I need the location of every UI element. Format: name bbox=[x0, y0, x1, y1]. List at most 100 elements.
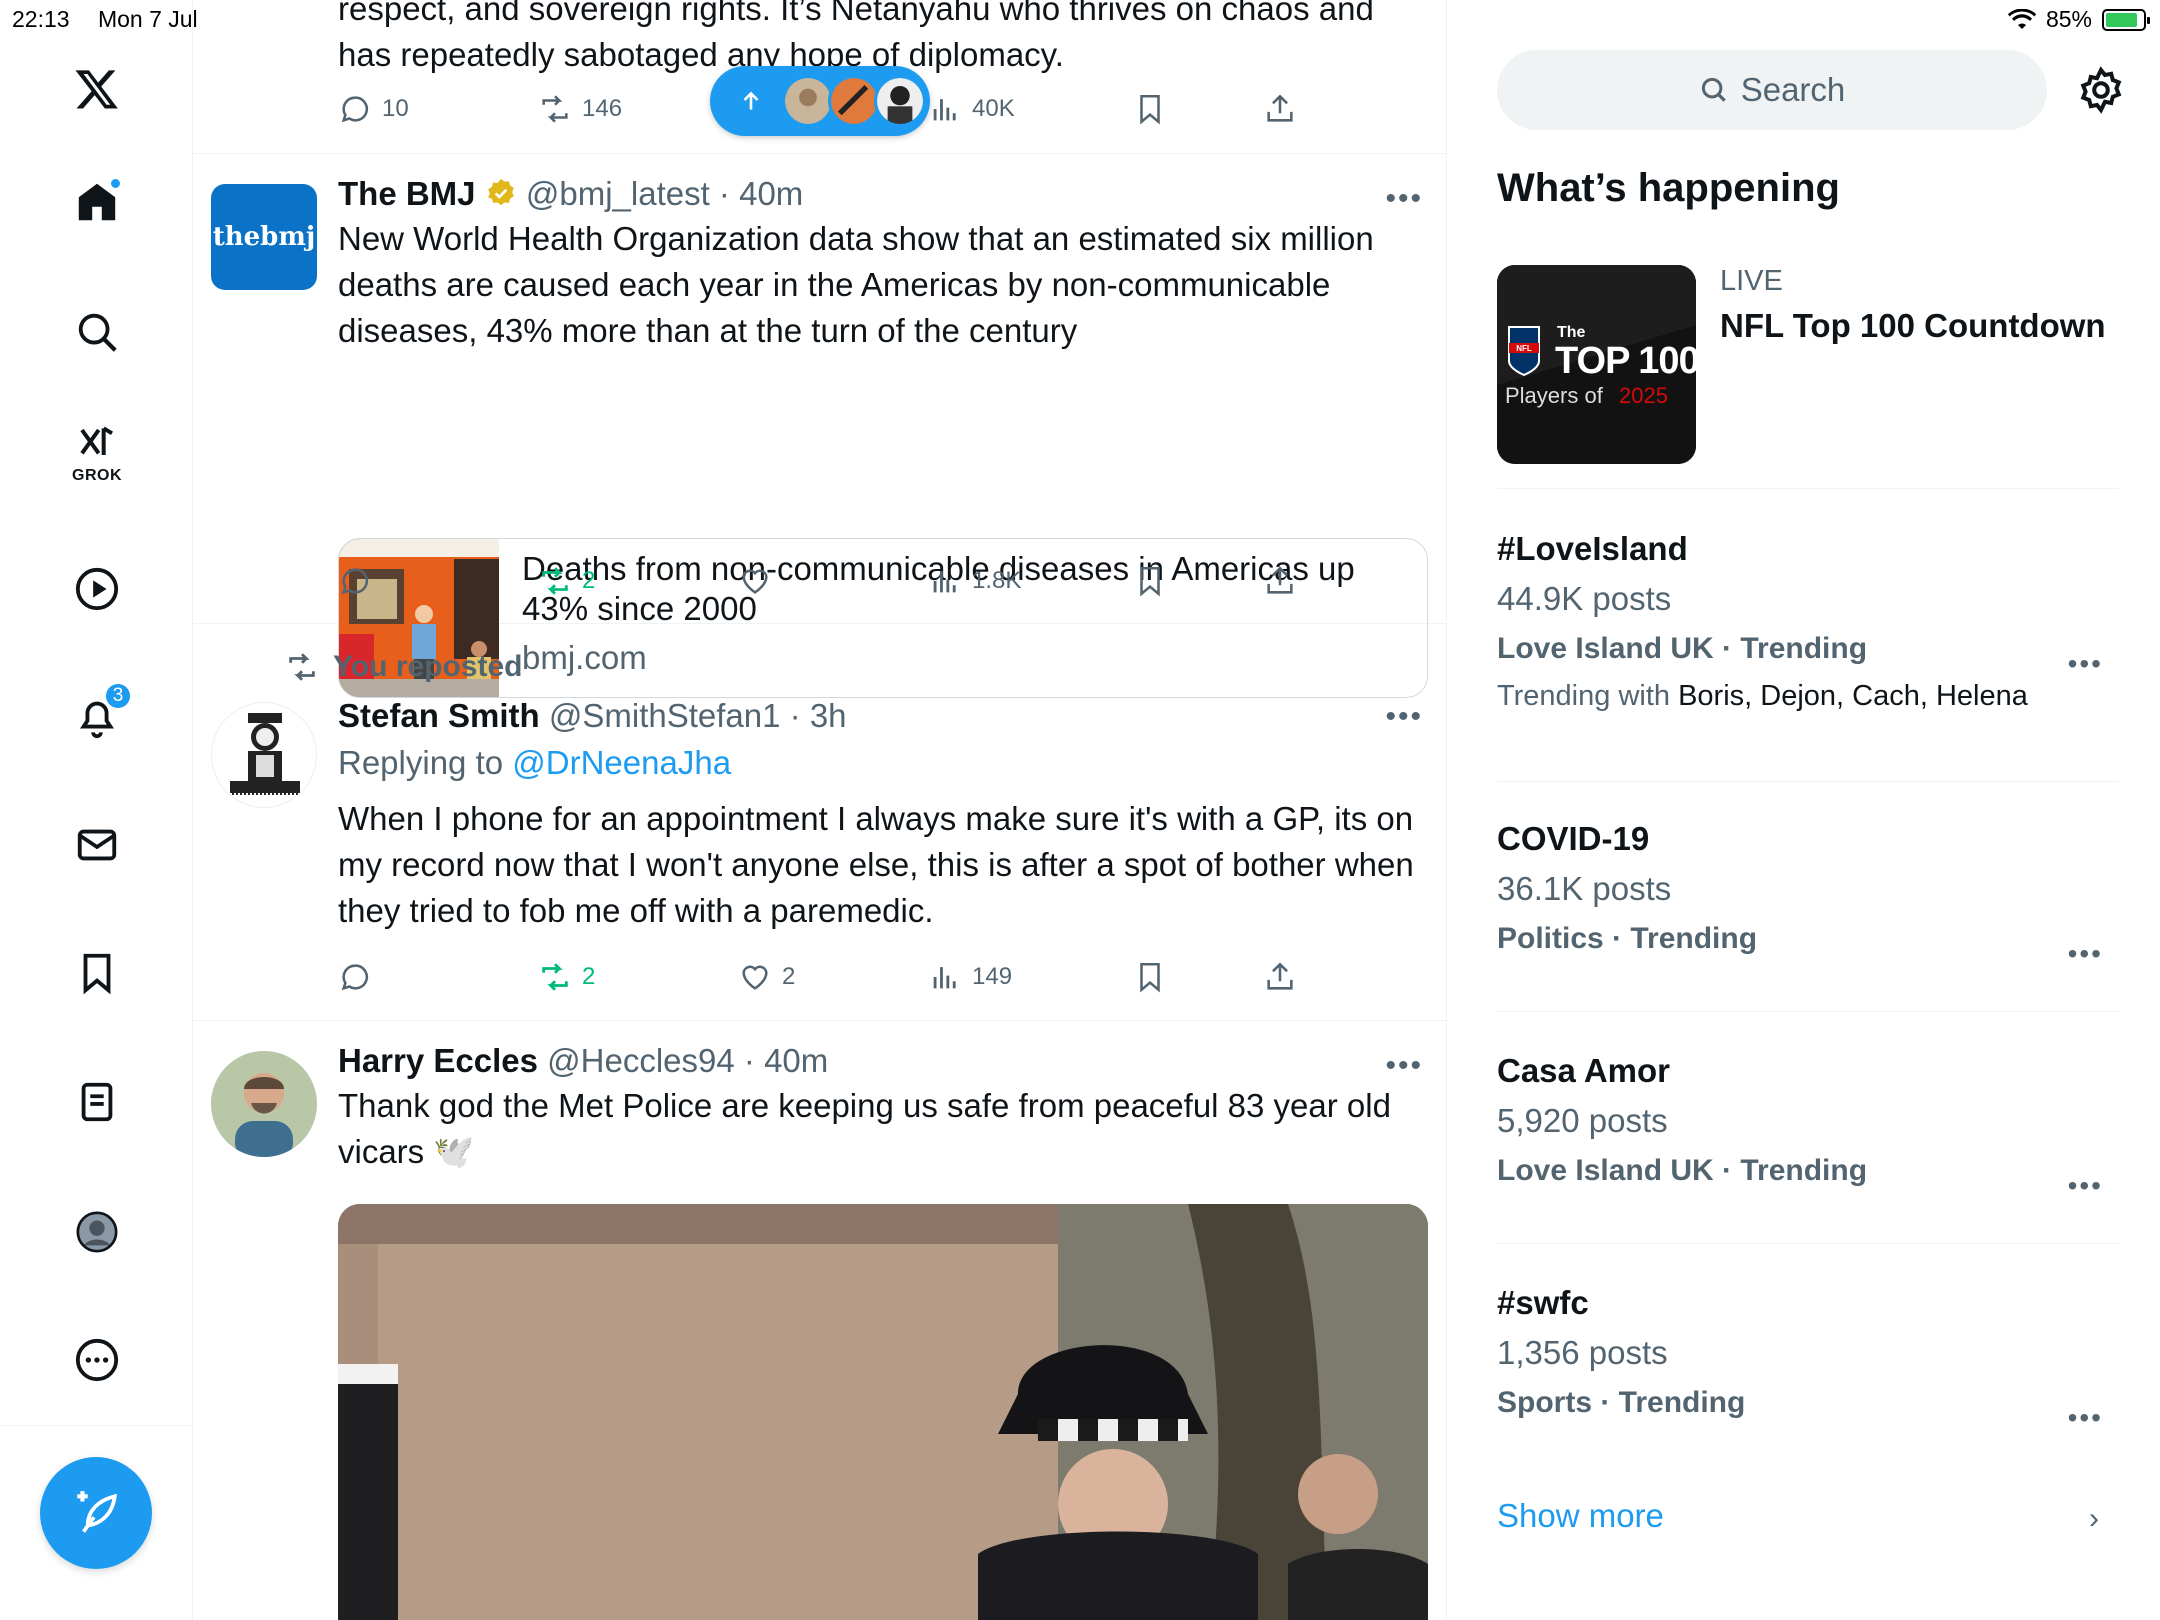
grok-icon[interactable]: GROK bbox=[70, 425, 124, 484]
tweet-media-image[interactable] bbox=[338, 1204, 1428, 1620]
search-icon bbox=[1701, 77, 1726, 102]
reply-icon bbox=[341, 964, 369, 991]
trend-item[interactable]: COVID-19 36.1K posts Politics · Trending… bbox=[1497, 820, 2119, 1012]
trend-name: #swfc bbox=[1497, 1284, 1589, 1321]
video-play-icon[interactable] bbox=[70, 562, 124, 616]
bookmark-button[interactable] bbox=[1133, 92, 1167, 126]
trend-context: Politics · Trending bbox=[1497, 922, 1758, 955]
repost-button[interactable]: 2 bbox=[538, 960, 595, 994]
show-more-link[interactable]: Show more bbox=[1497, 1497, 1664, 1535]
new-post-avatar-2 bbox=[828, 75, 880, 127]
repost-icon bbox=[289, 653, 315, 681]
trend-name: #LoveIsland bbox=[1497, 530, 1688, 567]
repost-button[interactable]: 146 bbox=[538, 92, 622, 126]
replying-to-prefix: Replying to bbox=[338, 744, 504, 781]
author-name[interactable]: The BMJ bbox=[338, 175, 476, 212]
trend-more-dots-icon[interactable]: ••• bbox=[2068, 1402, 2103, 1434]
author-handle[interactable]: @Heccles94 bbox=[547, 1042, 735, 1079]
trend-more-dots-icon[interactable]: ••• bbox=[2068, 1170, 2103, 1202]
tweet-actions: 2 2 149 bbox=[338, 960, 1338, 1004]
new-post-avatar-1 bbox=[782, 75, 834, 127]
replying-to-handle-link[interactable]: @DrNeenaJha bbox=[512, 744, 731, 781]
reply-button[interactable] bbox=[338, 564, 372, 598]
replying-to-line: Replying to @DrNeenaJha bbox=[338, 742, 1430, 784]
live-tag: LIVE bbox=[1720, 265, 1783, 297]
author-name[interactable]: Stefan Smith bbox=[338, 697, 540, 734]
tweet-text: New World Health Organization data show … bbox=[338, 220, 1374, 349]
gear-icon[interactable] bbox=[2077, 66, 2125, 114]
share-button[interactable] bbox=[1263, 960, 1297, 994]
reply-icon bbox=[341, 568, 369, 595]
messages-mail-icon[interactable] bbox=[70, 818, 124, 872]
thumb-year: 2025 bbox=[1619, 383, 1668, 408]
tweet[interactable]: thebmj The BMJ @bmj_latest · 40m New Wor… bbox=[193, 154, 1446, 698]
repost-icon bbox=[542, 963, 568, 991]
notifications-badge: 3 bbox=[104, 682, 132, 710]
tweet-text: When I phone for an appointment I always… bbox=[338, 800, 1414, 929]
home-icon[interactable] bbox=[70, 175, 124, 229]
bmj-avatar[interactable]: thebmj bbox=[211, 184, 317, 290]
trend-item[interactable]: #swfc 1,356 posts Sports · Trending ••• bbox=[1497, 1284, 2119, 1464]
chevron-right-icon: › bbox=[2089, 1502, 2099, 1535]
view-count: 149 bbox=[972, 963, 1013, 990]
explore-search-icon[interactable] bbox=[70, 305, 124, 359]
compose-post-button[interactable] bbox=[40, 1457, 152, 1569]
like-button[interactable]: 2 bbox=[738, 960, 795, 994]
more-options-icon[interactable] bbox=[70, 1333, 124, 1387]
author-name[interactable]: Harry Eccles bbox=[338, 1042, 538, 1079]
search-input[interactable]: Search bbox=[1497, 50, 2047, 130]
views-chart-icon bbox=[933, 967, 956, 989]
views-button[interactable]: 40K bbox=[928, 92, 1015, 126]
trend-item[interactable]: Casa Amor 5,920 posts Love Island UK · T… bbox=[1497, 1052, 2119, 1244]
trend-more-dots-icon[interactable]: ••• bbox=[2068, 938, 2103, 970]
view-count: 1.8K bbox=[972, 567, 1022, 594]
like-count: 2 bbox=[782, 963, 796, 990]
like-button[interactable] bbox=[738, 564, 772, 598]
views-button[interactable]: 149 bbox=[928, 960, 1012, 994]
notifications-bell-icon[interactable]: 3 bbox=[70, 682, 132, 744]
views-button[interactable]: 1.8K bbox=[928, 564, 1021, 598]
bookmarks-icon[interactable] bbox=[70, 946, 124, 1000]
stefan-smith-avatar[interactable] bbox=[211, 702, 317, 808]
more-options-dots-icon[interactable]: ••• bbox=[1385, 1049, 1423, 1083]
trend-context: Love Island UK · Trending bbox=[1497, 632, 1868, 665]
trend-posts: 36.1K posts bbox=[1497, 870, 1672, 907]
trend-item[interactable]: #LoveIsland 44.9K posts Love Island UK ·… bbox=[1497, 530, 2119, 782]
thumb-line3: Players of bbox=[1505, 383, 1604, 408]
views-chart-icon bbox=[933, 99, 956, 121]
reply-button[interactable]: 10 bbox=[338, 92, 409, 126]
live-event-card[interactable]: NFL The TOP 100 Players of 2025 LIVE NFL… bbox=[1497, 265, 2119, 489]
author-handle[interactable]: @SmithStefan1 bbox=[549, 697, 781, 734]
reply-button[interactable] bbox=[338, 960, 372, 994]
author-handle[interactable]: @bmj_latest bbox=[526, 175, 710, 212]
bookmark-button[interactable] bbox=[1133, 960, 1167, 994]
bookmark-button[interactable] bbox=[1133, 564, 1167, 598]
grok-label: GROK bbox=[72, 467, 122, 484]
lists-icon[interactable] bbox=[70, 1075, 124, 1129]
tweet[interactable]: Harry Eccles @Heccles94 · 40m Thank god … bbox=[193, 1021, 1446, 1620]
x-logo-icon[interactable] bbox=[70, 62, 124, 116]
repost-button[interactable]: 2 bbox=[538, 564, 595, 598]
police-photo bbox=[338, 1204, 1428, 1620]
trend-more-dots-icon[interactable]: ••• bbox=[2068, 648, 2103, 680]
share-button[interactable] bbox=[1263, 564, 1297, 598]
tweet-header: The BMJ @bmj_latest · 40m bbox=[338, 175, 804, 212]
verified-gold-badge-icon bbox=[487, 179, 514, 206]
repost-count: 146 bbox=[582, 95, 623, 122]
thumb-line1: The bbox=[1557, 324, 1586, 341]
tweet-text: Thank god the Met Police are keeping us … bbox=[338, 1087, 1391, 1170]
new-posts-pill-button[interactable] bbox=[710, 66, 930, 136]
repost-icon bbox=[542, 95, 568, 123]
more-options-dots-icon[interactable]: ••• bbox=[1385, 700, 1423, 734]
harry-eccles-avatar[interactable] bbox=[211, 1051, 317, 1157]
trend-name: COVID-19 bbox=[1497, 820, 1650, 857]
share-icon bbox=[1267, 962, 1293, 990]
profile-avatar-icon[interactable] bbox=[70, 1205, 124, 1259]
left-nav: GROK 3 bbox=[0, 0, 193, 1620]
share-button[interactable] bbox=[1263, 92, 1297, 126]
tweet-time: 3h bbox=[809, 697, 847, 734]
repost-icon bbox=[542, 567, 568, 595]
tweet[interactable]: You reposted Stefan Smith @SmithStefan1 … bbox=[193, 624, 1446, 1021]
reply-count: 10 bbox=[382, 95, 409, 122]
more-options-dots-icon[interactable]: ••• bbox=[1385, 182, 1423, 216]
